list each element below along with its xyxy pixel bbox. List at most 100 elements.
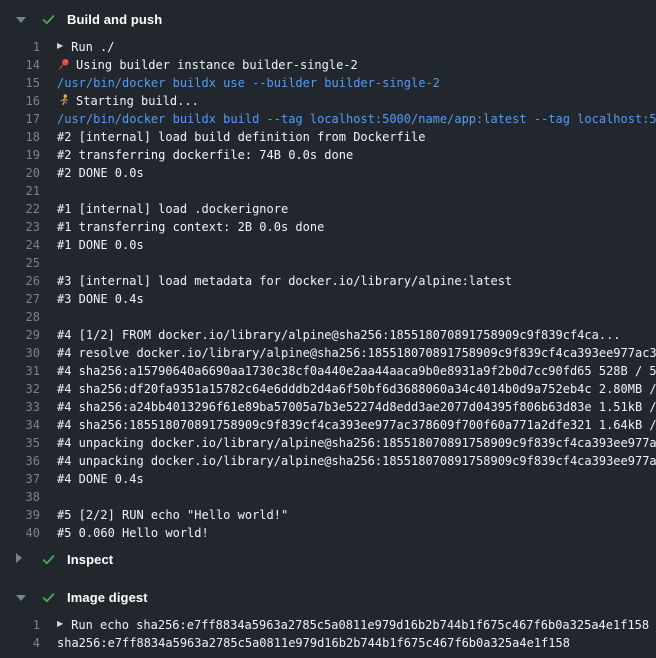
log-text: #4 sha256:a15790640a6690aa1730c38cf0a440… [57, 362, 656, 380]
log-text-value: #2 DONE 0.0s [57, 164, 144, 182]
section-lines: 1 ▶ Run echo sha256:e7ff8834a5963a2785c5a0… [0, 616, 656, 652]
log-line: 31 #4 sha256:a15790640a6690aa1730c38cf0a4… [0, 362, 656, 380]
log-line: 15/usr/bin/docker buildx use --builder b… [0, 74, 656, 92]
line-number[interactable]: 30 [0, 344, 40, 362]
line-number[interactable]: 34 [0, 416, 40, 434]
line-number[interactable]: 20 [0, 164, 40, 182]
log-text-value: Run ./ [71, 38, 114, 56]
pushpin-icon [57, 57, 71, 75]
line-number[interactable]: 1 [0, 616, 40, 634]
log-text-value: #3 [internal] load metadata for docker.i… [57, 272, 512, 290]
log-line: 25 [0, 254, 656, 272]
log-text: ▶ Run echo sha256:e7ff8834a5963a2785c5a08… [57, 616, 649, 634]
line-number[interactable]: 28 [0, 308, 40, 326]
log-text: /usr/bin/docker buildx use --builder bui… [57, 74, 440, 92]
log-line: 18 #2 [internal] load build definition fr… [0, 128, 656, 146]
log-text-value: #1 [internal] load .dockerignore [57, 200, 288, 218]
line-number[interactable]: 40 [0, 524, 40, 542]
log-text: Using builder instance builder-single-2 [57, 56, 358, 74]
workflow-log-viewer: Build and push1▶Run ./14Using builder in… [0, 0, 656, 658]
log-text: ▶ Run ./ [57, 38, 115, 56]
log-line: 23#1 transferring context: 2B 0.0s done [0, 218, 656, 236]
section-title: Image digest [67, 590, 148, 605]
line-number[interactable]: 39 [0, 506, 40, 524]
run-group-arrow-icon[interactable]: ▶ [57, 616, 63, 633]
log-text: #4 unpacking docker.io/library/alpine@sh… [57, 434, 656, 452]
log-line: 38 [0, 488, 656, 506]
log-text: #2 DONE 0.0s [57, 164, 144, 182]
check-success-icon [41, 12, 56, 27]
line-number[interactable]: 16 [0, 92, 40, 110]
log-text: #4 unpacking docker.io/library/alpine@sh… [57, 452, 656, 470]
chevron-right-icon [16, 550, 26, 568]
log-text: Starting build... [57, 92, 199, 110]
log-text-value: #4 sha256:185518070891758909c9f839cf4ca3… [57, 416, 656, 434]
line-number[interactable]: 35 [0, 434, 40, 452]
line-number[interactable]: 31 [0, 362, 40, 380]
run-group-arrow-icon[interactable]: ▶ [57, 38, 63, 55]
log-text-value: #4 unpacking docker.io/library/alpine@sh… [57, 434, 656, 452]
line-number[interactable]: 4 [0, 634, 40, 652]
line-number[interactable]: 15 [0, 74, 40, 92]
line-number[interactable]: 25 [0, 254, 40, 272]
line-number[interactable]: 1 [0, 38, 40, 56]
line-number[interactable]: 19 [0, 146, 40, 164]
log-text-value: #2 [internal] load build definition from… [57, 128, 425, 146]
line-number[interactable]: 29 [0, 326, 40, 344]
log-text: /usr/bin/docker buildx build --tag local… [57, 110, 656, 128]
line-number[interactable]: 37 [0, 470, 40, 488]
log-text: #2 transferring dockerfile: 74B 0.0s don… [57, 146, 353, 164]
chevron-down-icon [16, 588, 26, 606]
section-image-digest: Image digest 1 ▶ Run echo sha256:e7ff8834a5… [0, 586, 656, 652]
line-number[interactable]: 38 [0, 488, 40, 506]
log-line: 17/usr/bin/docker buildx build --tag loc… [0, 110, 656, 128]
log-line: 1 ▶ Run echo sha256:e7ff8834a5963a2785c5a0… [0, 616, 656, 634]
log-text-value: #2 transferring dockerfile: 74B 0.0s don… [57, 146, 353, 164]
log-text-value: #5 0.060 Hello world! [57, 524, 209, 542]
log-line: 19 #2 transferring dockerfile: 74B 0.0s d… [0, 146, 656, 164]
log-line: 32 #4 sha256:df20fa9351a15782c64e6dddb2d4… [0, 380, 656, 398]
log-text: sha256:e7ff8834a5963a2785c5a0811e979d16b… [57, 634, 570, 652]
log-text: #4 sha256:df20fa9351a15782c64e6dddb2d4a6… [57, 380, 656, 398]
section-header-build-and-push[interactable]: Build and push [0, 8, 656, 30]
log-text-value: #4 sha256:a24bb4013296f61e89ba57005a7b3e… [57, 398, 656, 416]
log-line: 20 #2 DONE 0.0s [0, 164, 656, 182]
log-text-value: #4 DONE 0.4s [57, 470, 144, 488]
log-text: #3 [internal] load metadata for docker.i… [57, 272, 512, 290]
log-line: 16 Starting build... [0, 92, 656, 110]
log-line: 26 #3 [internal] load metadata for docker… [0, 272, 656, 290]
line-number[interactable]: 23 [0, 218, 40, 236]
log-text: #4 sha256:a24bb4013296f61e89ba57005a7b3e… [57, 398, 656, 416]
log-sections: Build and push1▶Run ./14Using builder in… [0, 8, 656, 652]
log-line: 35 #4 unpacking docker.io/library/alpine@… [0, 434, 656, 452]
line-number[interactable]: 36 [0, 452, 40, 470]
line-number[interactable]: 14 [0, 56, 40, 74]
line-number[interactable]: 27 [0, 290, 40, 308]
log-text-value: #4 resolve docker.io/library/alpine@sha2… [57, 344, 656, 362]
section-header-image-digest[interactable]: Image digest [0, 586, 656, 608]
line-number[interactable]: 33 [0, 398, 40, 416]
log-line: 4 sha256:e7ff8834a5963a2785c5a0811e979d16… [0, 634, 656, 652]
log-line: 28 [0, 308, 656, 326]
line-number[interactable]: 18 [0, 128, 40, 146]
line-number[interactable]: 17 [0, 110, 40, 128]
line-number[interactable]: 21 [0, 182, 40, 200]
log-text-value: #5 [2/2] RUN echo "Hello world!" [57, 506, 288, 524]
line-number[interactable]: 24 [0, 236, 40, 254]
section-title: Inspect [67, 552, 113, 567]
log-text-value: Using builder instance builder-single-2 [76, 56, 358, 74]
line-number[interactable]: 22 [0, 200, 40, 218]
section-header-inspect[interactable]: Inspect [0, 548, 656, 570]
check-success-icon [41, 590, 56, 605]
log-text-value: Run echo sha256:e7ff8834a5963a2785c5a081… [71, 616, 649, 634]
log-line: 40 #5 0.060 Hello world! [0, 524, 656, 542]
check-success-icon [41, 552, 56, 567]
log-text-value: #4 unpacking docker.io/library/alpine@sh… [57, 452, 656, 470]
section-lines: 1 ▶ Run ./ 14 Using builder instance builder… [0, 38, 656, 542]
line-number[interactable]: 32 [0, 380, 40, 398]
log-text: #4 resolve docker.io/library/alpine@sha2… [57, 344, 656, 362]
line-number[interactable]: 26 [0, 272, 40, 290]
log-text: #5 [2/2] RUN echo "Hello world!" [57, 506, 288, 524]
log-text-value: #4 sha256:a15790640a6690aa1730c38cf0a440… [57, 362, 656, 380]
log-text-value: sha256:e7ff8834a5963a2785c5a0811e979d16b… [57, 634, 570, 652]
